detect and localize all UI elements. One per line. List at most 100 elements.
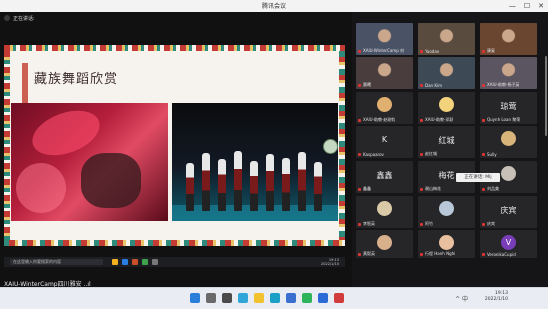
participant-tile[interactable]: XAIU-助教-杨子英 xyxy=(480,57,537,89)
participant-tile[interactable]: Sully xyxy=(480,126,537,158)
participant-tile[interactable]: 庆宾 庆宾 xyxy=(480,196,537,228)
participant-name: XAIU-助教-邓跃 xyxy=(425,117,454,122)
widgets-icon[interactable] xyxy=(238,293,248,303)
mic-muted-icon xyxy=(420,84,423,87)
mic-muted-icon xyxy=(420,253,423,256)
participant-tile[interactable]: 黄毅英 xyxy=(356,230,413,258)
close-icon[interactable]: ✕ xyxy=(538,2,544,10)
mic-muted-icon xyxy=(482,119,485,122)
mic-muted-icon xyxy=(358,253,361,256)
window-title: 腾讯会议 xyxy=(261,3,286,10)
participant-name: 赵红城 xyxy=(425,151,437,156)
minimize-icon[interactable]: — xyxy=(509,2,516,10)
mic-muted-icon xyxy=(482,50,485,53)
participant-initials: K xyxy=(381,135,388,144)
avatar xyxy=(501,166,516,181)
mic-muted-icon xyxy=(482,188,485,191)
shared-clock: 19:13 2022/1/10 xyxy=(321,258,339,266)
participant-initials: 琼莺 xyxy=(500,102,517,111)
app-icon[interactable] xyxy=(302,293,312,303)
mic-muted-icon xyxy=(420,153,423,156)
participant-name: 李智英 xyxy=(363,221,375,226)
mic-muted-icon xyxy=(482,153,485,156)
participant-tile[interactable]: 鑫鑫 鑫鑫 xyxy=(356,161,413,193)
slide-border-right xyxy=(339,51,345,240)
participant-name: Kaspaarov xyxy=(363,152,384,157)
participant-tile[interactable]: 红城赵红城 xyxy=(418,126,475,158)
mic-muted-icon xyxy=(358,119,361,122)
search-icon[interactable] xyxy=(206,293,216,303)
mic-muted-icon xyxy=(420,119,423,122)
app-icon[interactable] xyxy=(334,293,344,303)
participant-name: Dan Kim xyxy=(425,83,442,88)
participant-tile[interactable]: 晨曦 xyxy=(356,57,413,89)
mic-muted-icon xyxy=(482,84,485,87)
meeting-icon[interactable] xyxy=(318,293,328,303)
participant-tile[interactable]: 琼莺 Quynh Loan 黎荣 xyxy=(480,92,537,124)
participant-tile[interactable]: XAIU-助教-赵刚钧 xyxy=(356,92,413,124)
mic-muted-icon xyxy=(358,50,361,53)
participant-name: 刘品美 xyxy=(487,186,499,191)
avatar xyxy=(377,235,392,250)
participant-name: 谢山梅花 xyxy=(425,186,441,191)
mic-muted-icon xyxy=(482,223,485,226)
panel-scrollbar[interactable] xyxy=(545,56,547,136)
shared-search-box: 在这里输入你要搜索的内容 xyxy=(10,259,103,265)
participant-name: Sully xyxy=(487,152,497,157)
dance-photo-left xyxy=(11,103,168,221)
mic-muted-icon xyxy=(358,188,361,191)
participant-name: Yaodan xyxy=(425,49,440,54)
participant-name: XAIU-助教-杨子英 xyxy=(487,82,520,87)
os-taskbar: ^ 中 19:13 2022/1/10 xyxy=(0,287,548,309)
shared-app-icon xyxy=(122,259,128,265)
mic-muted-icon xyxy=(482,253,485,256)
avatar xyxy=(501,131,516,146)
participant-tile[interactable]: 阿竹 xyxy=(418,196,475,228)
participant-name: 康复 xyxy=(487,48,495,53)
participant-tile[interactable]: K Kaspaarov xyxy=(356,126,413,158)
shared-app-icon xyxy=(112,259,118,265)
shared-app-icon xyxy=(142,259,148,265)
participant-tile[interactable]: 李智英 xyxy=(356,196,413,228)
slide-border-bottom xyxy=(4,240,345,246)
speaking-tooltip: 正在讲话: Mlj xyxy=(456,173,500,182)
participant-name: VeronikaCupid xyxy=(487,252,516,257)
mic-muted-icon xyxy=(420,188,423,191)
participant-tile[interactable]: 康复 xyxy=(480,23,537,55)
avatar: V xyxy=(501,235,516,250)
participant-tile[interactable]: V VeronikaCupid xyxy=(480,230,537,258)
store-icon[interactable] xyxy=(286,293,296,303)
taskview-icon[interactable] xyxy=(222,293,232,303)
avatar xyxy=(439,97,454,112)
speaker-dot-icon xyxy=(4,15,10,21)
participant-initials: 庆宾 xyxy=(500,206,517,215)
participant-tile[interactable]: Dan Kim xyxy=(418,57,475,89)
participant-name: 黄毅英 xyxy=(363,251,375,256)
participant-name: 晨曦 xyxy=(363,82,371,87)
participant-name: XAIU-WinterCamp 刘 xyxy=(363,48,405,53)
edge-icon[interactable] xyxy=(270,293,280,303)
explorer-icon[interactable] xyxy=(254,293,264,303)
mic-muted-icon xyxy=(358,223,361,226)
shared-app-icon xyxy=(132,259,138,265)
window-controls: — ☐ ✕ xyxy=(509,0,544,12)
participant-name: 行程 Hanh Nghi xyxy=(425,251,456,256)
participant-name: 阿竹 xyxy=(425,221,433,226)
start-icon[interactable] xyxy=(190,293,200,303)
participant-tile[interactable]: Yaodan xyxy=(418,23,475,55)
participant-tile[interactable]: XAIU-WinterCamp 刘 xyxy=(356,23,413,55)
participant-name: 庆宾 xyxy=(487,221,495,226)
participant-tile[interactable]: 行程 Hanh Nghi xyxy=(418,230,475,258)
shared-app-icon xyxy=(152,259,158,265)
taskbar-clock[interactable]: 19:13 2022/1/10 xyxy=(485,291,508,303)
participant-tile[interactable]: XAIU-助教-邓跃 xyxy=(418,92,475,124)
slide-badge-icon xyxy=(323,139,338,154)
mic-muted-icon xyxy=(420,50,423,53)
participant-name: XAIU-助教-赵刚钧 xyxy=(363,117,396,122)
shared-taskbar: 在这里输入你要搜索的内容 19:13 2022/1/10 xyxy=(4,257,345,267)
maximize-icon[interactable]: ☐ xyxy=(524,2,530,10)
participant-initials: 红城 xyxy=(438,136,455,145)
avatar xyxy=(377,201,392,216)
participant-name: Quynh Loan 黎荣 xyxy=(487,117,521,122)
system-tray[interactable]: ^ 中 xyxy=(455,294,468,303)
